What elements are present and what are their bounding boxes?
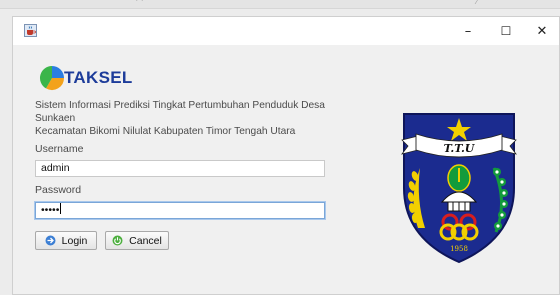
username-label: Username	[35, 143, 84, 155]
power-icon	[112, 235, 123, 246]
background-window-strip: ⌒ ⁄	[0, 0, 560, 9]
emblem-year-text: 1958	[450, 245, 468, 253]
app-description: Sistem Informasi Prediksi Tingkat Pertum…	[35, 99, 355, 138]
password-mask: •••••	[41, 204, 60, 216]
minimize-button[interactable]: –	[449, 17, 487, 45]
description-line: Sistem Informasi Prediksi Tingkat Pertum…	[35, 100, 325, 124]
password-field[interactable]: •••••	[35, 202, 325, 219]
arrow-right-icon	[45, 235, 56, 246]
description-line: Kecamatan Bikomi Nilulat Kabupaten Timor…	[35, 126, 296, 137]
text-caret	[60, 203, 62, 214]
regency-emblem-logo: T.T.U 1958	[401, 113, 517, 264]
login-button[interactable]: Login	[35, 231, 97, 250]
emblem-banner-text: T.T.U	[444, 142, 476, 155]
title-bar[interactable]: – ☐ ✕	[13, 17, 559, 45]
background-fragment: ⁄	[476, 0, 478, 6]
cancel-button-label: Cancel	[129, 234, 162, 247]
login-window: – ☐ ✕ TAKSEL Sistem Informasi Prediksi T…	[12, 16, 560, 295]
app-title: TAKSEL	[64, 68, 133, 87]
java-coffee-icon[interactable]	[24, 24, 37, 37]
username-field[interactable]: admin	[35, 160, 325, 177]
cancel-button[interactable]: Cancel	[105, 231, 169, 250]
password-label: Password	[35, 184, 82, 196]
close-button[interactable]: ✕	[523, 17, 560, 45]
maximize-button[interactable]: ☐	[487, 17, 525, 45]
background-fragment: ⌒	[136, 0, 143, 7]
login-button-label: Login	[61, 234, 88, 247]
pie-logo-icon	[39, 65, 64, 91]
